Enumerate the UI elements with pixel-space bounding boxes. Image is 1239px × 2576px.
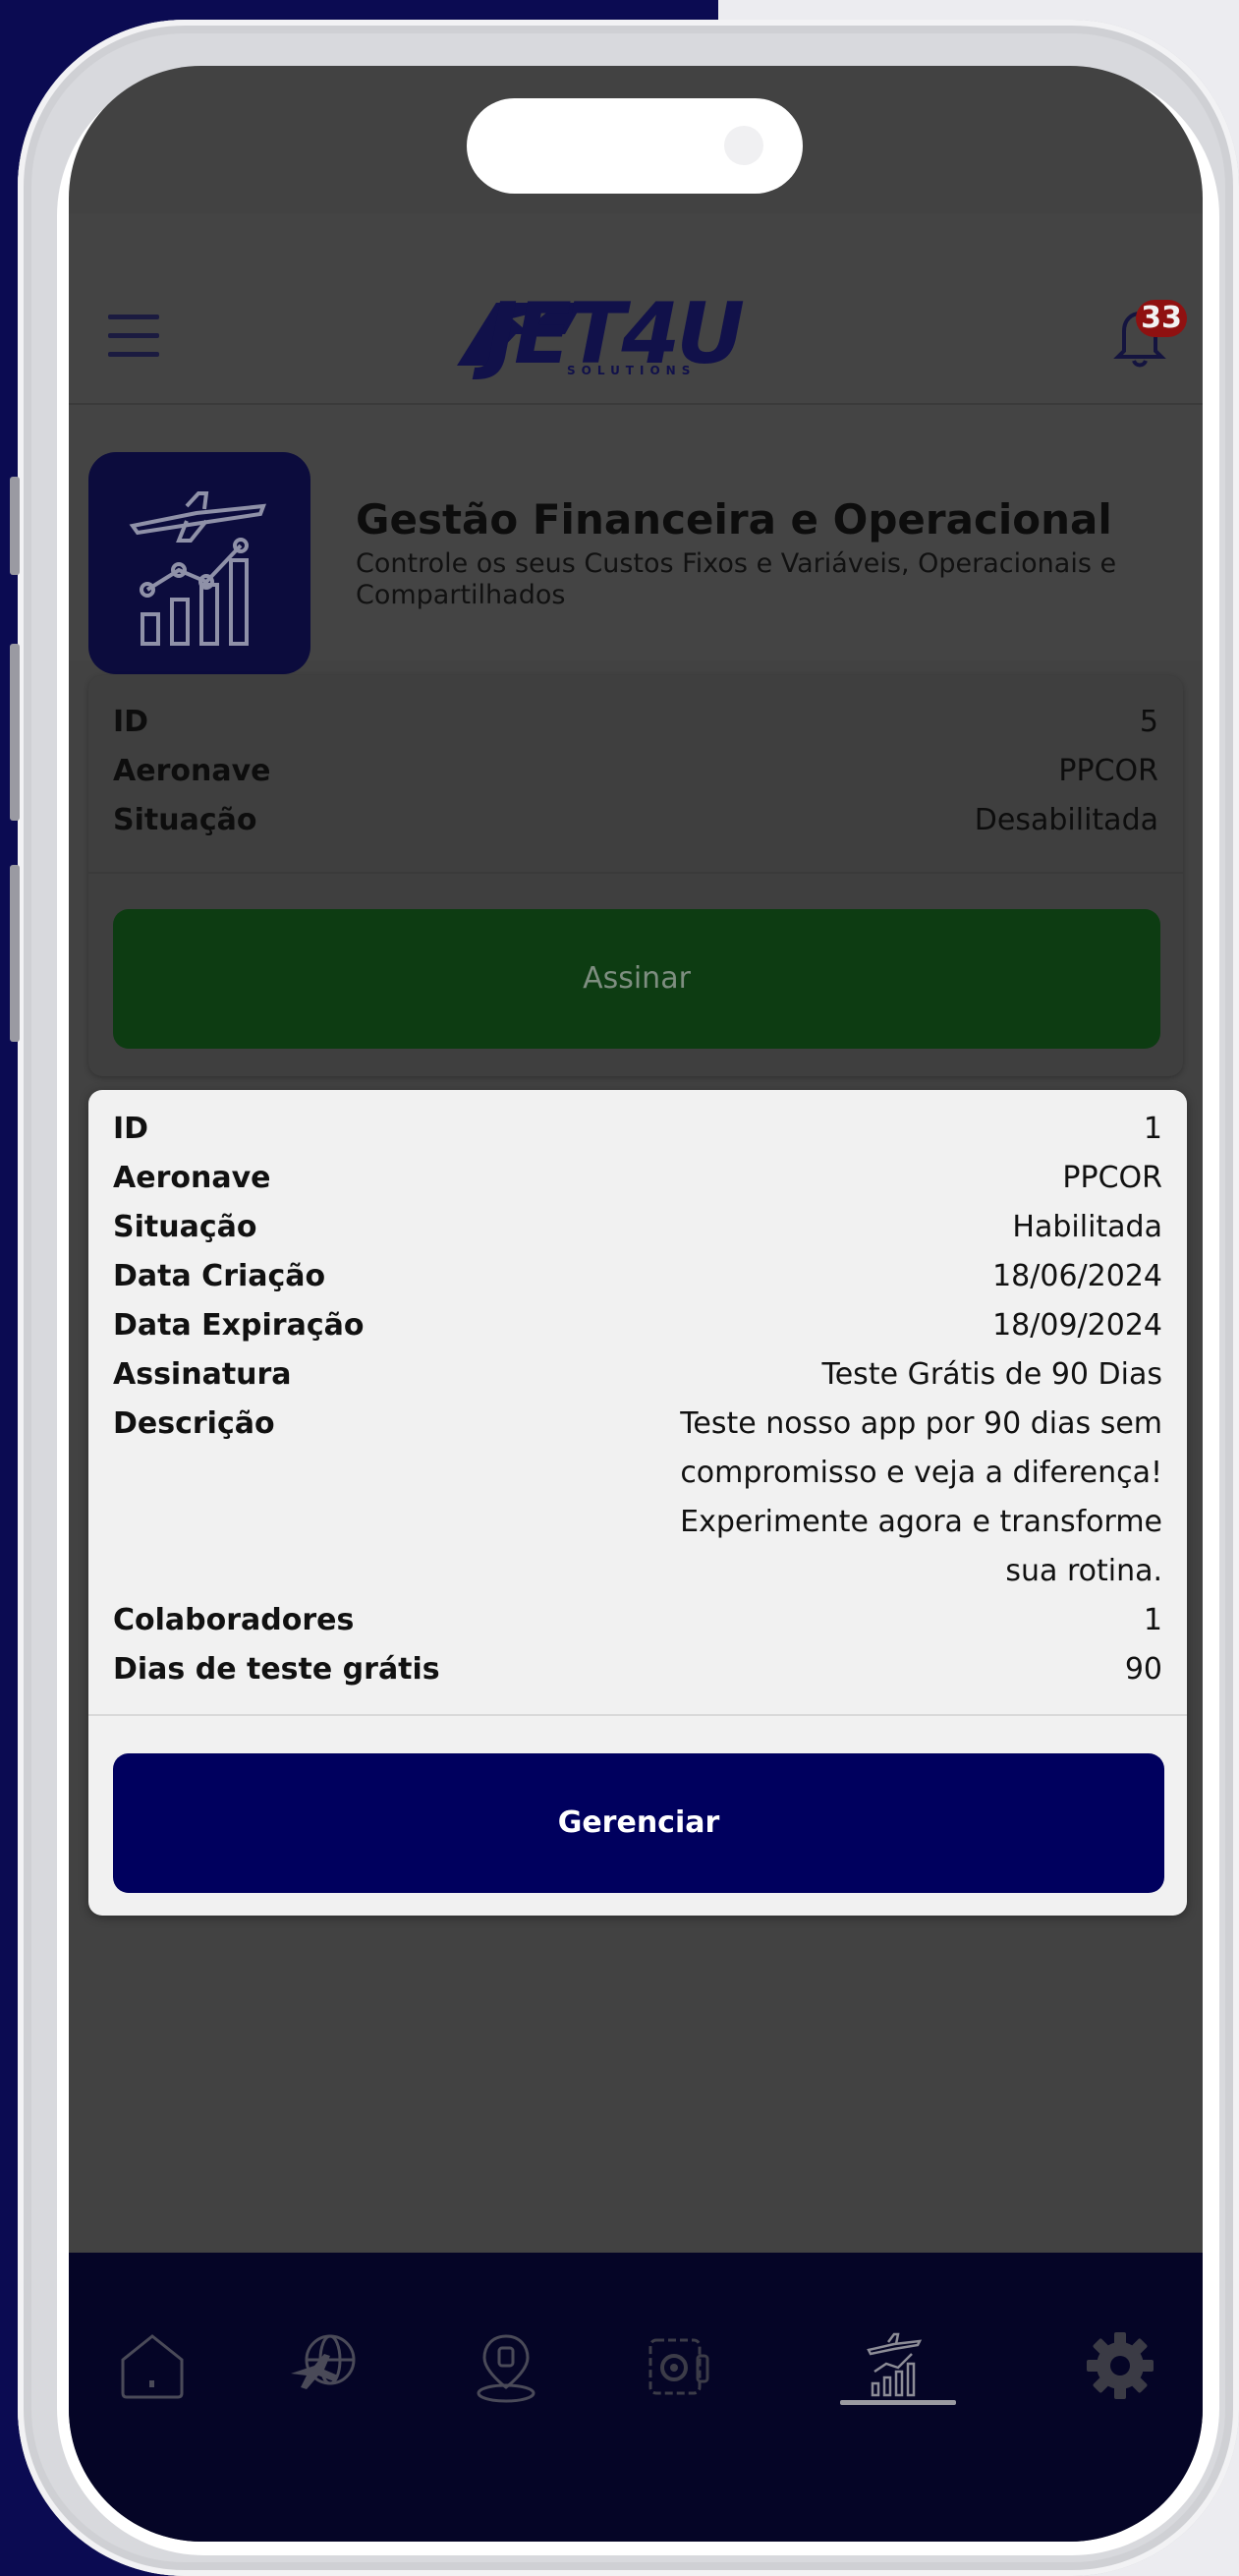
detail-row: ID 5 <box>113 698 1158 747</box>
row-label: Aeronave <box>113 1161 271 1195</box>
gear-icon[interactable] <box>1081 2326 1159 2405</box>
module-header: Gestão Financeira e Operacional Controle… <box>69 405 1203 674</box>
jet4u-logo: JET4U SOLUTIONS <box>457 290 820 383</box>
row-label: Situação <box>113 803 257 837</box>
detail-row: Data Criação 18/06/2024 <box>113 1252 1162 1301</box>
row-label: Data Criação <box>113 1259 326 1293</box>
dynamic-island <box>467 98 803 194</box>
detail-row: Aeronave PPCOR <box>113 1154 1162 1203</box>
flight-globe-icon[interactable] <box>285 2326 364 2405</box>
detail-row: Situação Desabilitada <box>113 796 1158 845</box>
row-label: Dias de teste grátis <box>113 1652 440 1687</box>
detail-row: Colaboradores 1 <box>113 1596 1162 1645</box>
row-value: Habilitada <box>1012 1210 1162 1244</box>
phone-side-button <box>10 477 20 575</box>
row-value: Desabilitada <box>974 803 1158 837</box>
module-title: Gestão Financeira e Operacional <box>356 495 1112 544</box>
detail-row: Assinatura Teste Grátis de 90 Dias <box>113 1350 1162 1400</box>
subscription-card-active: ID 1 Aeronave PPCOR Situação Habilitada … <box>88 1090 1187 1916</box>
row-value: 1 <box>1143 1112 1162 1146</box>
row-value: 5 <box>1139 705 1158 739</box>
detail-row: Aeronave PPCOR <box>113 747 1158 796</box>
financial-chart-icon[interactable] <box>855 2326 933 2405</box>
logo-subtitle: SOLUTIONS <box>567 364 697 377</box>
descricao-line: Experimente agora e transforme <box>680 1505 1162 1539</box>
descricao-line: Teste nosso app por 90 dias sem <box>680 1406 1162 1441</box>
row-value: 18/06/2024 <box>992 1259 1162 1293</box>
detail-row: ID 1 <box>113 1105 1162 1154</box>
subscription-card-disabled: ID 5 Aeronave PPCOR Situação Desabilitad… <box>88 675 1183 1076</box>
descricao-line: sua rotina. <box>1005 1554 1162 1588</box>
descricao-value: Teste nosso app por 90 dias sem compromi… <box>573 1400 1162 1596</box>
phone-side-button <box>10 644 20 821</box>
row-label: Situação <box>113 1210 257 1244</box>
row-value: 18/09/2024 <box>992 1308 1162 1343</box>
financial-chart-icon <box>88 452 310 674</box>
row-label: Assinatura <box>113 1357 292 1392</box>
card-divider <box>88 872 1183 874</box>
assinar-button[interactable]: Assinar <box>113 909 1160 1049</box>
app-screen: JET4U SOLUTIONS 33 Gestão Financeira e O… <box>69 66 1203 2542</box>
home-icon[interactable] <box>113 2326 192 2405</box>
card-divider <box>88 1714 1187 1716</box>
detail-row: Data Expiração 18/09/2024 <box>113 1301 1162 1350</box>
row-label: ID <box>113 705 149 739</box>
active-tab-indicator <box>840 2400 956 2405</box>
notification-badge: 33 <box>1136 300 1187 337</box>
settings-document-icon[interactable] <box>639 2326 717 2405</box>
gerenciar-button[interactable]: Gerenciar <box>113 1753 1164 1893</box>
row-label: Descrição <box>113 1406 275 1441</box>
phone-side-button <box>10 865 20 1042</box>
detail-row: Situação Habilitada <box>113 1203 1162 1252</box>
menu-icon[interactable] <box>108 315 159 358</box>
bottom-navbar <box>69 2253 1203 2542</box>
row-value: Teste Grátis de 90 Dias <box>821 1357 1163 1392</box>
row-label: ID <box>113 1112 149 1146</box>
location-pin-icon[interactable] <box>467 2326 545 2405</box>
descricao-line: compromisso e veja a diferença! <box>680 1456 1162 1490</box>
module-subtitle: Controle os seus Custos Fixos e Variávei… <box>356 548 1117 610</box>
camera-icon <box>724 126 763 165</box>
row-label: Colaboradores <box>113 1603 355 1637</box>
row-label: Data Expiração <box>113 1308 365 1343</box>
row-value: PPCOR <box>1062 1161 1162 1195</box>
row-value: 1 <box>1143 1603 1162 1637</box>
app-header: JET4U SOLUTIONS 33 <box>69 213 1203 405</box>
row-value: 90 <box>1124 1652 1162 1687</box>
detail-row: Dias de teste grátis 90 <box>113 1645 1162 1694</box>
row-label: Aeronave <box>113 754 271 788</box>
row-value: PPCOR <box>1058 754 1158 788</box>
